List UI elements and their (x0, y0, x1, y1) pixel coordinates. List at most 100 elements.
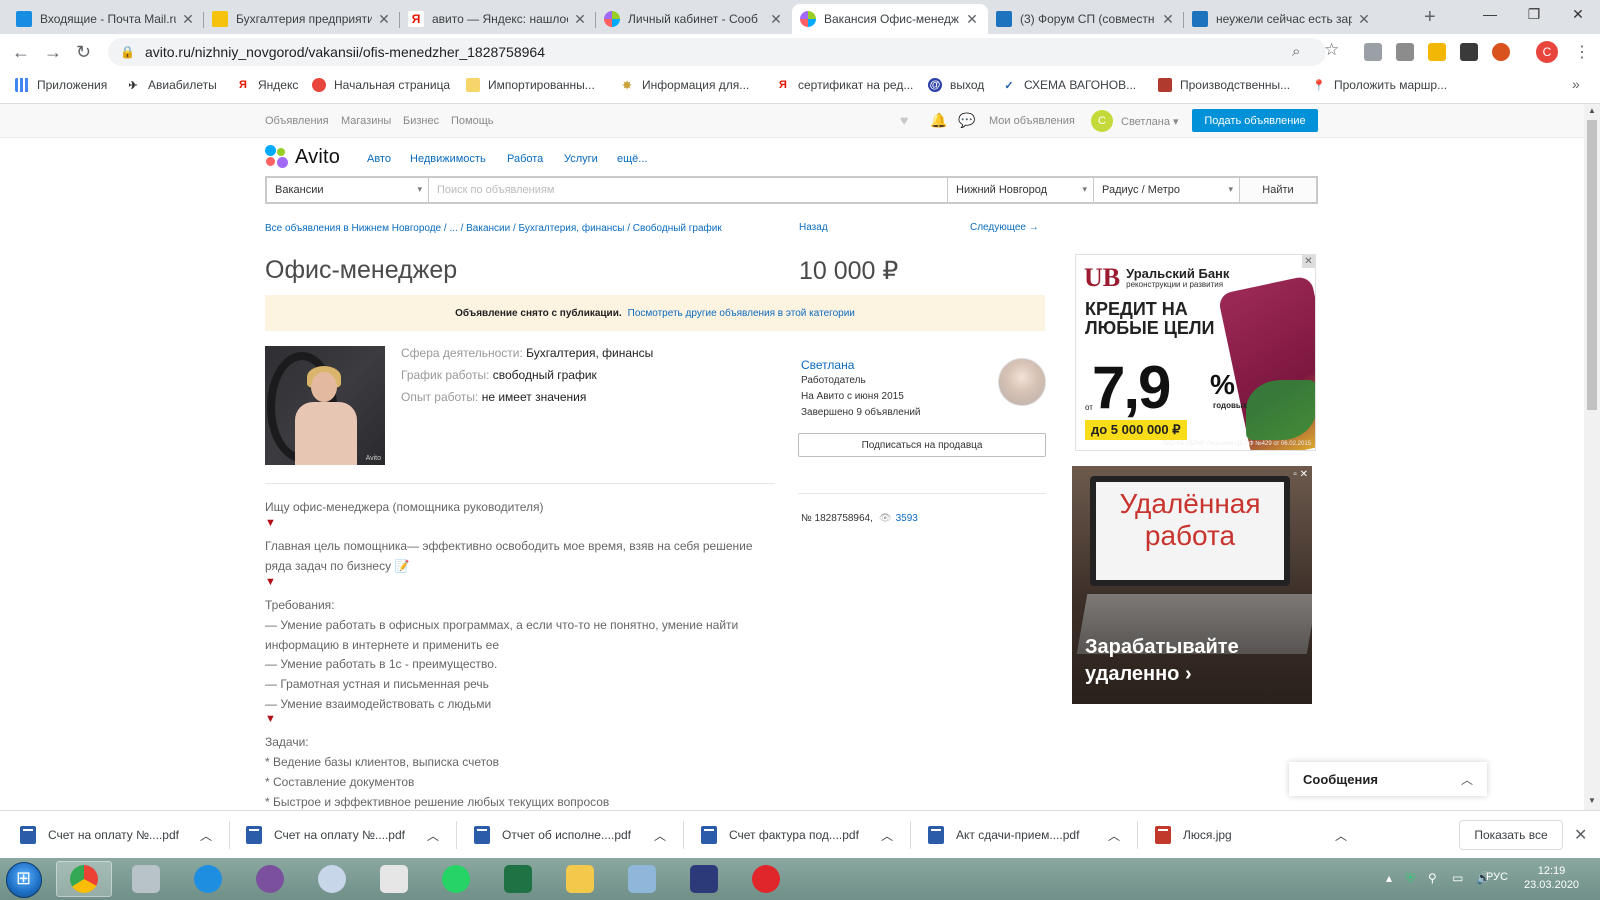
topnav-business-link[interactable]: Бизнес (403, 115, 439, 127)
bookmark-start-page[interactable]: Начальная страница (312, 78, 450, 92)
bookmark-star-icon[interactable]: ☆ (1324, 40, 1339, 60)
user-menu[interactable]: Светлана ▾ (1121, 115, 1179, 128)
tab-cabinet[interactable]: Личный кабинет - Сооб ✕ (596, 4, 792, 34)
ad-photo[interactable]: Avito (265, 346, 385, 465)
chevron-up-icon[interactable]: ︿ (1335, 827, 1347, 844)
user-avatar[interactable]: С (1091, 110, 1113, 132)
bookmark-wagons[interactable]: ✓ СХЕМА ВАГОНОВ... (1002, 78, 1136, 92)
nav-more[interactable]: ещё... (617, 153, 647, 165)
radius-select[interactable]: Радиус / Метро ▾ (1094, 178, 1240, 202)
extension-accounting-icon[interactable] (1428, 43, 1446, 61)
next-link[interactable]: Следующее → (970, 222, 1039, 233)
my-ads-link[interactable]: Мои объявления (989, 115, 1075, 127)
extension-puzzle-icon[interactable] (1492, 43, 1510, 61)
forward-arrow-icon[interactable]: → (44, 42, 62, 63)
extension-shield-icon[interactable] (1364, 43, 1382, 61)
bookmark-apps[interactable]: Приложения (15, 78, 107, 92)
chevron-up-icon[interactable]: ︿ (427, 827, 439, 844)
nav-jobs[interactable]: Работа (507, 153, 543, 165)
close-icon[interactable]: ✕ (376, 11, 392, 28)
chevron-up-icon[interactable]: ︿ (200, 827, 212, 844)
bank-ad[interactable]: UB Уральский Банк реконструкции и развит… (1075, 254, 1316, 451)
taskbar-ie[interactable] (180, 861, 236, 897)
tab-forum[interactable]: (3) Форум СП (совместн ✕ (988, 4, 1184, 34)
taskbar-opera[interactable] (738, 861, 794, 897)
zoom-icon[interactable]: ⌕ (1292, 43, 1300, 60)
taskbar-notepad[interactable] (366, 861, 422, 897)
city-select[interactable]: Нижний Новгород ▾ (948, 178, 1094, 202)
bookmark-imported[interactable]: Импортированны... (466, 78, 595, 92)
download-item[interactable]: Люся.jpg (1155, 811, 1232, 859)
menu-dots-icon[interactable]: ⋮ (1574, 42, 1590, 62)
close-icon[interactable]: ✕ (768, 11, 784, 28)
notice-link[interactable]: Посмотреть другие объявления в этой кате… (628, 308, 855, 319)
taskbar-chrome[interactable] (56, 861, 112, 897)
new-tab-button[interactable]: + (1424, 6, 1436, 29)
close-icon[interactable]: ✕ (1574, 825, 1587, 845)
tab-accounting[interactable]: Бухгалтерия предприятия ✕ (204, 4, 400, 34)
back-arrow-icon[interactable]: ← (12, 42, 30, 63)
ad-close-icon[interactable]: ▫ ✕ (1293, 469, 1308, 480)
bookmark-certificate[interactable]: Ясертификат на ред... (776, 78, 913, 92)
chevron-up-icon[interactable]: ︿ (1108, 827, 1120, 844)
back-link[interactable]: Назад (799, 222, 828, 233)
download-item[interactable]: Счет на оплату №....pdf (246, 811, 405, 859)
chevron-up-icon[interactable]: ︿ (881, 827, 893, 844)
topnav-shops-link[interactable]: Магазины (341, 115, 391, 127)
bookmark-route[interactable]: 📍 Проложить маршр... (1312, 78, 1447, 92)
profile-avatar[interactable]: С (1536, 41, 1558, 63)
messages-widget[interactable]: Сообщения ︿ (1289, 762, 1487, 796)
download-item[interactable]: Счет на оплату №....pdf (20, 811, 179, 859)
tab-yandex-search[interactable]: Я авито — Яндекс: нашлось ✕ (400, 4, 596, 34)
topnav-help-link[interactable]: Помощь (451, 115, 494, 127)
extension-square-icon[interactable] (1396, 43, 1414, 61)
category-select[interactable]: Вакансии ▾ (267, 178, 429, 202)
scroll-thumb[interactable] (1587, 120, 1597, 410)
network-icon[interactable]: ⚲ (1428, 871, 1437, 885)
close-icon[interactable]: ✕ (964, 11, 980, 28)
close-icon[interactable]: ✕ (572, 11, 588, 28)
bookmark-exit[interactable]: @ выход (928, 78, 984, 92)
remote-work-ad[interactable]: Удалённая работа Зарабатывайте удаленно … (1072, 466, 1312, 704)
tab-forum-2[interactable]: неужели сейчас есть зар ✕ (1184, 4, 1380, 34)
extension-x-icon[interactable] (1460, 43, 1478, 61)
post-ad-button[interactable]: Подать объявление (1192, 109, 1318, 132)
taskbar-printer[interactable] (118, 861, 174, 897)
close-window-button[interactable]: ✕ (1556, 0, 1600, 28)
taskbar-viber[interactable] (242, 861, 298, 897)
subscribe-button[interactable]: Подписаться на продавца (798, 433, 1046, 457)
taskbar-tool[interactable] (614, 861, 670, 897)
clock[interactable]: 12:19 23.03.2020 (1524, 864, 1579, 892)
taskbar-photo[interactable] (676, 861, 732, 897)
show-all-button[interactable]: Показать все (1459, 820, 1563, 850)
breadcrumb[interactable]: Все объявления в Нижнем Новгороде / ... … (265, 222, 755, 235)
minimize-button[interactable]: — (1468, 0, 1512, 28)
close-icon[interactable]: ✕ (1356, 11, 1372, 28)
bookmark-yandex[interactable]: Я Яндекс (236, 78, 298, 92)
bell-icon[interactable]: 🔔 (930, 112, 947, 129)
download-item[interactable]: Счет фактура под....pdf (701, 811, 859, 859)
close-icon[interactable]: ✕ (180, 11, 196, 28)
ad-close-icon[interactable]: ✕ (1302, 255, 1315, 268)
shield-icon[interactable]: ⛨ (1406, 871, 1415, 886)
taskbar-paint[interactable] (304, 861, 360, 897)
avito-logo[interactable]: Avito (265, 145, 340, 169)
taskbar-explorer[interactable] (552, 861, 608, 897)
bookmark-flights[interactable]: ✈ Авиабилеты (126, 78, 216, 92)
bookmark-production[interactable]: Производственны... (1158, 78, 1290, 92)
taskbar-whatsapp[interactable] (428, 861, 484, 897)
tab-vacancy[interactable]: Вакансия Офис-менедж ✕ (792, 4, 988, 34)
close-icon[interactable]: ✕ (1160, 11, 1176, 28)
nav-auto[interactable]: Авто (367, 153, 391, 165)
seller-name-link[interactable]: Светлана (801, 358, 854, 372)
start-button[interactable] (6, 862, 42, 898)
nav-realty[interactable]: Недвижимость (410, 153, 486, 165)
nav-services[interactable]: Услуги (564, 153, 598, 165)
heart-icon[interactable]: ♥ (900, 112, 908, 128)
download-item[interactable]: Отчет об исполне....pdf (474, 811, 631, 859)
taskbar-excel[interactable] (490, 861, 546, 897)
chevron-up-icon[interactable]: ︿ (654, 827, 666, 844)
search-button[interactable]: Найти (1240, 178, 1316, 202)
scrollbar[interactable]: ▲ ▼ (1584, 104, 1600, 810)
chat-icon[interactable]: 💬 (958, 112, 975, 129)
